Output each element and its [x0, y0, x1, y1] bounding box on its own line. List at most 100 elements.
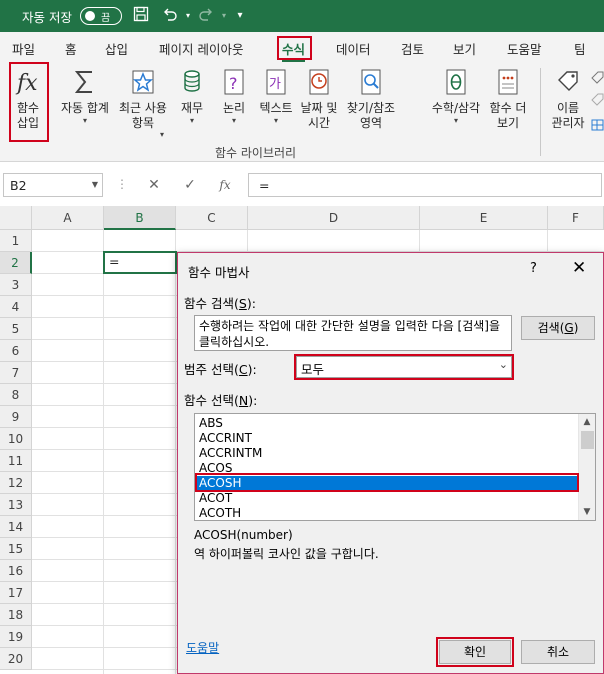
column-header-a[interactable]: A: [32, 206, 104, 230]
tab-review[interactable]: 검토: [401, 39, 424, 58]
insert-function-dialog: 함수 마법사 ? ✕ 함수 검색(S): 수행하려는 작업에 대한 간단한 설명…: [177, 252, 604, 674]
list-scrollbar[interactable]: ▲ ▼: [578, 414, 595, 520]
autosum-button[interactable]: 자동 합계 ▾: [56, 66, 114, 126]
close-icon[interactable]: ✕: [572, 258, 586, 278]
row-header-20[interactable]: 20: [0, 648, 32, 670]
more-functions-icon: [495, 66, 521, 98]
logical-dropdown-icon: ▾: [231, 116, 236, 125]
math-trig-button[interactable]: 수학/삼각 ▾: [429, 66, 483, 126]
row-header-13[interactable]: 13: [0, 494, 32, 516]
math-trig-label: 수학/삼각: [431, 101, 481, 115]
scroll-thumb[interactable]: [581, 431, 594, 449]
customize-toolbar-icon[interactable]: ▾: [230, 6, 250, 26]
row-header-2[interactable]: 2: [0, 252, 32, 274]
row-header-16[interactable]: 16: [0, 560, 32, 582]
row-header-8[interactable]: 8: [0, 384, 32, 406]
name-box-dropdown-icon[interactable]: ▼: [92, 180, 98, 189]
scroll-up-icon[interactable]: ▲: [579, 415, 595, 429]
save-icon[interactable]: [131, 6, 151, 26]
row-header-17[interactable]: 17: [0, 582, 32, 604]
row-header-15[interactable]: 15: [0, 538, 32, 560]
undo-dropdown-icon[interactable]: ▾: [178, 6, 198, 26]
autosave-toggle[interactable]: 끔: [80, 7, 122, 25]
tag-icon: [555, 66, 581, 98]
name-box[interactable]: B2 ▼: [3, 173, 103, 197]
datetime-label-1: 날짜 및: [300, 101, 338, 115]
highlight-selected-function: [195, 473, 579, 492]
tab-view[interactable]: 보기: [453, 39, 476, 58]
list-item[interactable]: ABS: [199, 416, 223, 431]
row-header-5[interactable]: 5: [0, 318, 32, 340]
recently-used-button[interactable]: 최근 사용 항목 ▾: [116, 66, 170, 139]
highlight-insert-function: [9, 62, 49, 142]
autosum-label: 자동 합계: [61, 101, 109, 115]
active-cell-b2[interactable]: =: [103, 251, 177, 274]
text-ga-icon: 가: [263, 66, 289, 98]
lookup-label-1: 찾기/참조: [346, 101, 396, 115]
column-header-d[interactable]: D: [248, 206, 420, 230]
datetime-label-2: 시간: [307, 116, 331, 130]
financial-button[interactable]: 재무 ▾: [178, 66, 206, 126]
select-all-corner[interactable]: [0, 206, 32, 230]
undo-icon[interactable]: [160, 6, 180, 26]
name-manager-button[interactable]: 이름 관리자: [548, 66, 588, 131]
search-function-input[interactable]: 수행하려는 작업에 대한 간단한 설명을 입력한 다음 [검색]을 클릭하십시오…: [194, 315, 512, 351]
dialog-title: 함수 마법사: [188, 265, 250, 280]
row-header-18[interactable]: 18: [0, 604, 32, 626]
list-item[interactable]: ACOTH: [199, 506, 241, 520]
function-list[interactable]: ABS ACCRINT ACCRINTM ACOS ACOSH ACOT ACO…: [194, 413, 596, 521]
text-functions-button[interactable]: 가 텍스트 ▾: [256, 66, 296, 126]
row-header-9[interactable]: 9: [0, 406, 32, 428]
defined-names-icons[interactable]: [590, 70, 604, 140]
row-header-11[interactable]: 11: [0, 450, 32, 472]
more-functions-button[interactable]: 함수 더 보기: [486, 66, 530, 131]
logical-button[interactable]: ? 논리 ▾: [220, 66, 248, 126]
cancel-button[interactable]: 취소: [521, 640, 595, 664]
row-header-14[interactable]: 14: [0, 516, 32, 538]
financial-label: 재무: [180, 101, 204, 115]
row-header-10[interactable]: 10: [0, 428, 32, 450]
formula-input[interactable]: =: [248, 173, 602, 197]
column-header-e[interactable]: E: [420, 206, 548, 230]
svg-text:?: ?: [229, 74, 238, 93]
search-button[interactable]: 검색(G): [521, 316, 595, 340]
function-description: 역 하이퍼볼릭 코사인 값을 구합니다.: [194, 547, 379, 561]
tab-page-layout[interactable]: 페이지 레이아웃: [159, 39, 243, 58]
help-icon[interactable]: ?: [530, 261, 537, 276]
datetime-button[interactable]: 날짜 및 시간: [299, 66, 339, 131]
column-header-b[interactable]: B: [104, 206, 176, 230]
tab-help[interactable]: 도움말: [507, 39, 542, 58]
list-item[interactable]: ACOT: [199, 491, 232, 506]
sigma-icon: [72, 66, 98, 98]
row-header-19[interactable]: 19: [0, 626, 32, 648]
tab-team[interactable]: 팀: [574, 39, 586, 58]
svg-text:가: 가: [269, 77, 281, 92]
row-header-6[interactable]: 6: [0, 340, 32, 362]
list-item[interactable]: ACCRINT: [199, 431, 252, 446]
ribbon-separator: [540, 68, 541, 156]
tab-insert[interactable]: 삽입: [105, 39, 128, 58]
row-header-7[interactable]: 7: [0, 362, 32, 384]
row-header-12[interactable]: 12: [0, 472, 32, 494]
column-header-f[interactable]: F: [548, 206, 604, 230]
help-link[interactable]: 도움말: [186, 639, 219, 656]
recently-used-label-1: 최근 사용: [119, 101, 167, 115]
redo-icon[interactable]: [196, 6, 216, 26]
formula-bar-grip-icon[interactable]: ⋮: [116, 177, 128, 191]
tab-home[interactable]: 홈: [65, 39, 77, 58]
column-header-c[interactable]: C: [176, 206, 248, 230]
list-item[interactable]: ACCRINTM: [199, 446, 262, 461]
enter-entry-icon[interactable]: ✓: [179, 175, 201, 195]
row-header-4[interactable]: 4: [0, 296, 32, 318]
name-box-value: B2: [10, 178, 27, 193]
tab-file[interactable]: 파일: [12, 39, 35, 58]
math-trig-dropdown-icon: ▾: [453, 116, 458, 125]
theta-icon: [443, 66, 469, 98]
row-header-1[interactable]: 1: [0, 230, 32, 252]
lookup-reference-button[interactable]: 찾기/참조 영역: [345, 66, 397, 131]
cancel-entry-icon[interactable]: ✕: [143, 175, 165, 195]
row-header-3[interactable]: 3: [0, 274, 32, 296]
insert-function-fx-icon[interactable]: fx: [214, 175, 236, 195]
scroll-down-icon[interactable]: ▼: [579, 505, 595, 519]
tab-data[interactable]: 데이터: [336, 39, 371, 58]
